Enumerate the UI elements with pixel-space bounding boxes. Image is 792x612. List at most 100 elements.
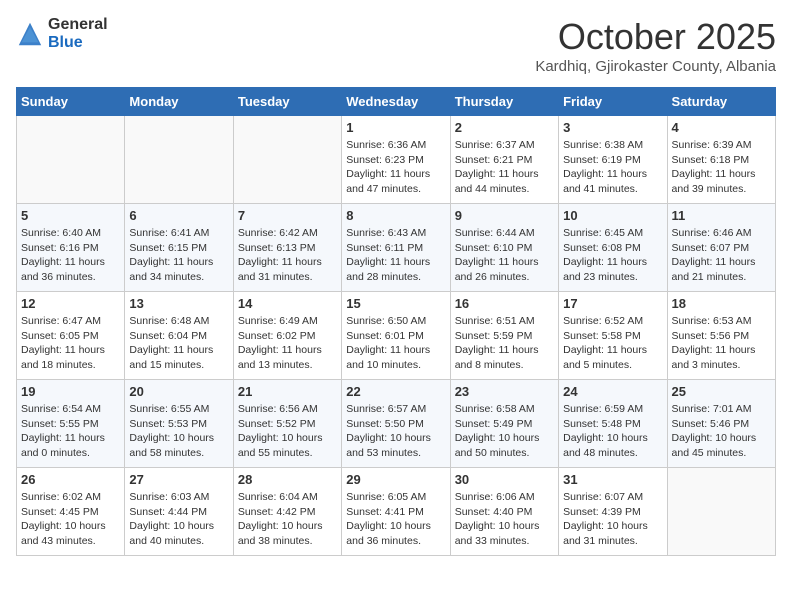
day-info: Sunrise: 6:56 AM Sunset: 5:52 PM Dayligh… <box>238 402 337 461</box>
month-title: October 2025 <box>535 16 776 58</box>
logo-icon <box>16 20 44 48</box>
calendar-cell: 29 Sunrise: 6:05 AM Sunset: 4:41 PM Dayli… <box>342 468 450 556</box>
calendar-cell: 27 Sunrise: 6:03 AM Sunset: 4:44 PM Dayli… <box>125 468 233 556</box>
day-info: Sunrise: 6:59 AM Sunset: 5:48 PM Dayligh… <box>563 402 662 461</box>
weekday-header-sunday: Sunday <box>17 88 125 116</box>
weekday-header-monday: Monday <box>125 88 233 116</box>
weekday-header-wednesday: Wednesday <box>342 88 450 116</box>
location-subtitle: Kardhiq, Gjirokaster County, Albania <box>535 58 776 75</box>
day-number: 27 <box>129 472 228 487</box>
day-number: 7 <box>238 208 337 223</box>
day-info: Sunrise: 6:42 AM Sunset: 6:13 PM Dayligh… <box>238 226 337 285</box>
day-info: Sunrise: 6:48 AM Sunset: 6:04 PM Dayligh… <box>129 314 228 373</box>
calendar-cell: 9 Sunrise: 6:44 AM Sunset: 6:10 PM Daylig… <box>450 204 558 292</box>
day-info: Sunrise: 6:39 AM Sunset: 6:18 PM Dayligh… <box>672 138 771 197</box>
day-number: 3 <box>563 120 662 135</box>
day-number: 26 <box>21 472 120 487</box>
logo-text: General Blue <box>48 16 108 51</box>
day-number: 11 <box>672 208 771 223</box>
calendar-cell: 30Sunrise: 6:06 AM Sunset: 4:40 PM Dayli… <box>450 468 558 556</box>
day-number: 23 <box>455 384 554 399</box>
weekday-header-row: SundayMondayTuesdayWednesdayThursdayFrid… <box>17 88 776 116</box>
day-info: Sunrise: 6:44 AM Sunset: 6:10 PM Dayligh… <box>455 226 554 285</box>
day-number: 25 <box>672 384 771 399</box>
day-number: 13 <box>129 296 228 311</box>
calendar-week-row: 19Sunrise: 6:54 AM Sunset: 5:55 PM Dayli… <box>17 380 776 468</box>
day-info: Sunrise: 6:02 AM Sunset: 4:45 PM Dayligh… <box>21 490 120 549</box>
calendar-cell: 23Sunrise: 6:58 AM Sunset: 5:49 PM Dayli… <box>450 380 558 468</box>
day-info: Sunrise: 7:01 AM Sunset: 5:46 PM Dayligh… <box>672 402 771 461</box>
calendar-cell: 13 Sunrise: 6:48 AM Sunset: 6:04 PM Dayli… <box>125 292 233 380</box>
logo-general-text: General <box>48 16 108 34</box>
day-number: 30 <box>455 472 554 487</box>
calendar-week-row: 5 Sunrise: 6:40 AM Sunset: 6:16 PM Daylig… <box>17 204 776 292</box>
calendar-cell <box>233 116 341 204</box>
calendar-cell: 21 Sunrise: 6:56 AM Sunset: 5:52 PM Dayli… <box>233 380 341 468</box>
day-number: 4 <box>672 120 771 135</box>
day-info: Sunrise: 6:36 AM Sunset: 6:23 PM Dayligh… <box>346 138 445 197</box>
day-info: Sunrise: 6:51 AM Sunset: 5:59 PM Dayligh… <box>455 314 554 373</box>
calendar-cell: 10Sunrise: 6:45 AM Sunset: 6:08 PM Dayli… <box>559 204 667 292</box>
day-info: Sunrise: 6:38 AM Sunset: 6:19 PM Dayligh… <box>563 138 662 197</box>
day-info: Sunrise: 6:05 AM Sunset: 4:41 PM Dayligh… <box>346 490 445 549</box>
calendar-cell: 26 Sunrise: 6:02 AM Sunset: 4:45 PM Dayli… <box>17 468 125 556</box>
day-info: Sunrise: 6:57 AM Sunset: 5:50 PM Dayligh… <box>346 402 445 461</box>
calendar-week-row: 12 Sunrise: 6:47 AM Sunset: 6:05 PM Dayli… <box>17 292 776 380</box>
day-info: Sunrise: 6:40 AM Sunset: 6:16 PM Dayligh… <box>21 226 120 285</box>
day-number: 16 <box>455 296 554 311</box>
day-info: Sunrise: 6:46 AM Sunset: 6:07 PM Dayligh… <box>672 226 771 285</box>
calendar-cell: 24 Sunrise: 6:59 AM Sunset: 5:48 PM Dayli… <box>559 380 667 468</box>
calendar-cell: 3 Sunrise: 6:38 AM Sunset: 6:19 PM Daylig… <box>559 116 667 204</box>
calendar-cell <box>667 468 775 556</box>
day-info: Sunrise: 6:49 AM Sunset: 6:02 PM Dayligh… <box>238 314 337 373</box>
day-info: Sunrise: 6:52 AM Sunset: 5:58 PM Dayligh… <box>563 314 662 373</box>
day-info: Sunrise: 6:07 AM Sunset: 4:39 PM Dayligh… <box>563 490 662 549</box>
calendar-cell: 15 Sunrise: 6:50 AM Sunset: 6:01 PM Dayli… <box>342 292 450 380</box>
day-info: Sunrise: 6:41 AM Sunset: 6:15 PM Dayligh… <box>129 226 228 285</box>
day-info: Sunrise: 6:03 AM Sunset: 4:44 PM Dayligh… <box>129 490 228 549</box>
day-number: 6 <box>129 208 228 223</box>
calendar-cell: 22 Sunrise: 6:57 AM Sunset: 5:50 PM Dayli… <box>342 380 450 468</box>
day-number: 20 <box>129 384 228 399</box>
calendar-cell: 19Sunrise: 6:54 AM Sunset: 5:55 PM Dayli… <box>17 380 125 468</box>
day-info: Sunrise: 6:47 AM Sunset: 6:05 PM Dayligh… <box>21 314 120 373</box>
weekday-header-thursday: Thursday <box>450 88 558 116</box>
day-number: 5 <box>21 208 120 223</box>
day-info: Sunrise: 6:45 AM Sunset: 6:08 PM Dayligh… <box>563 226 662 285</box>
day-number: 9 <box>455 208 554 223</box>
calendar-cell: 25 Sunrise: 7:01 AM Sunset: 5:46 PM Dayli… <box>667 380 775 468</box>
day-number: 21 <box>238 384 337 399</box>
day-number: 29 <box>346 472 445 487</box>
logo-blue-text: Blue <box>48 34 108 52</box>
calendar-cell: 8 Sunrise: 6:43 AM Sunset: 6:11 PM Daylig… <box>342 204 450 292</box>
day-info: Sunrise: 6:43 AM Sunset: 6:11 PM Dayligh… <box>346 226 445 285</box>
page-header: General Blue October 2025 Kardhiq, Gjiro… <box>16 16 776 75</box>
day-number: 8 <box>346 208 445 223</box>
calendar-cell: 11 Sunrise: 6:46 AM Sunset: 6:07 PM Dayli… <box>667 204 775 292</box>
day-number: 17 <box>563 296 662 311</box>
day-info: Sunrise: 6:55 AM Sunset: 5:53 PM Dayligh… <box>129 402 228 461</box>
day-info: Sunrise: 6:50 AM Sunset: 6:01 PM Dayligh… <box>346 314 445 373</box>
calendar-cell: 7 Sunrise: 6:42 AM Sunset: 6:13 PM Daylig… <box>233 204 341 292</box>
calendar-cell: 18 Sunrise: 6:53 AM Sunset: 5:56 PM Dayli… <box>667 292 775 380</box>
day-number: 1 <box>346 120 445 135</box>
logo: General Blue <box>16 16 108 51</box>
calendar-week-row: 1 Sunrise: 6:36 AM Sunset: 6:23 PM Daylig… <box>17 116 776 204</box>
day-number: 15 <box>346 296 445 311</box>
calendar-cell <box>17 116 125 204</box>
calendar-cell: 14 Sunrise: 6:49 AM Sunset: 6:02 PM Dayli… <box>233 292 341 380</box>
weekday-header-saturday: Saturday <box>667 88 775 116</box>
day-number: 19 <box>21 384 120 399</box>
calendar-cell: 4 Sunrise: 6:39 AM Sunset: 6:18 PM Daylig… <box>667 116 775 204</box>
calendar-cell: 1 Sunrise: 6:36 AM Sunset: 6:23 PM Daylig… <box>342 116 450 204</box>
calendar-cell: 2Sunrise: 6:37 AM Sunset: 6:21 PM Daylig… <box>450 116 558 204</box>
calendar-cell: 16 Sunrise: 6:51 AM Sunset: 5:59 PM Dayli… <box>450 292 558 380</box>
day-number: 24 <box>563 384 662 399</box>
day-number: 18 <box>672 296 771 311</box>
day-number: 12 <box>21 296 120 311</box>
day-info: Sunrise: 6:37 AM Sunset: 6:21 PM Dayligh… <box>455 138 554 197</box>
title-block: October 2025 Kardhiq, Gjirokaster County… <box>535 16 776 75</box>
day-number: 14 <box>238 296 337 311</box>
day-number: 22 <box>346 384 445 399</box>
day-info: Sunrise: 6:53 AM Sunset: 5:56 PM Dayligh… <box>672 314 771 373</box>
